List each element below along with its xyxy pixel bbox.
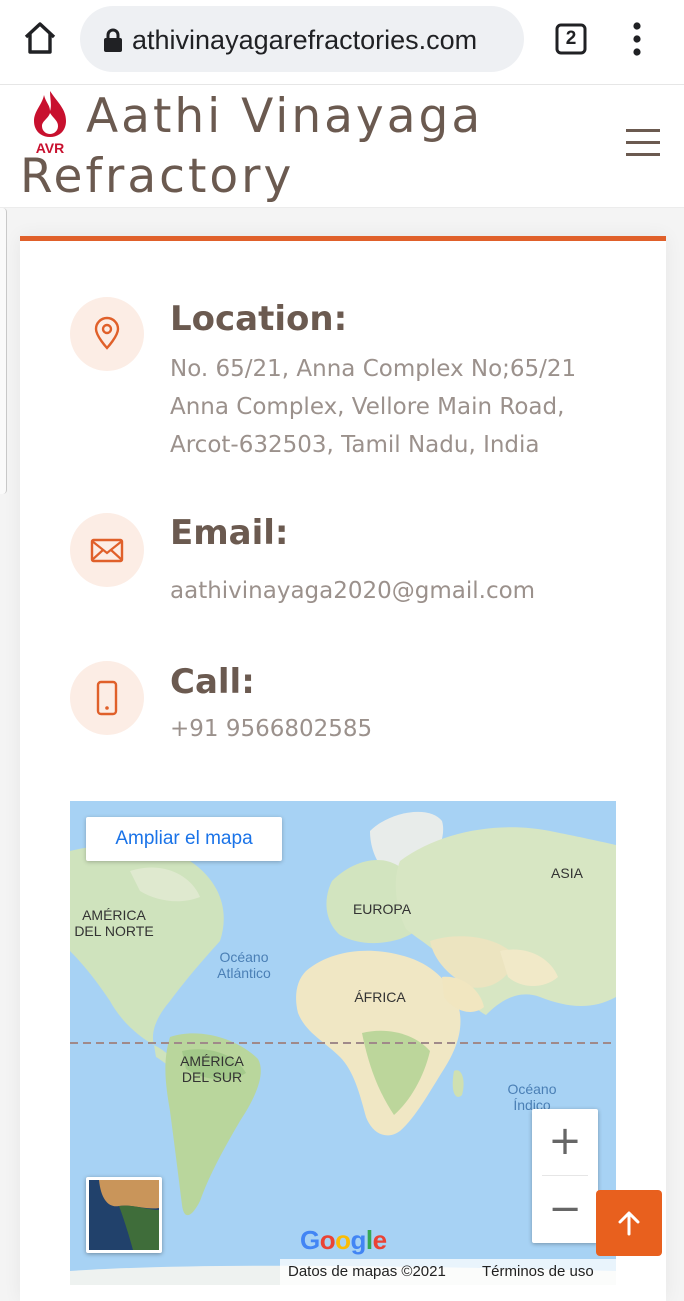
brand-line-1: Aathi Vinayaga	[86, 89, 484, 144]
email-address-link[interactable]: aathivinayaga2020@gmail.com	[170, 572, 610, 610]
phone-icon	[70, 661, 144, 735]
brand-name[interactable]: Aathi Vinayaga Refractory	[20, 87, 500, 207]
location-block: Location: No. 65/21, Anna Complex No;65/…	[70, 293, 630, 463]
satellite-layer-toggle[interactable]	[86, 1177, 162, 1253]
edge-scroll-handle[interactable]	[0, 208, 7, 494]
label-asia: ASIA	[551, 865, 583, 881]
address-line-3: Arcot-632503, Tamil Nadu, India	[170, 432, 540, 458]
call-title: Call:	[170, 662, 255, 702]
label-atlantic-1: Océano	[219, 949, 269, 965]
scroll-to-top-button[interactable]	[596, 1190, 662, 1256]
satellite-thumbnail-icon	[89, 1180, 159, 1250]
label-atlantic-2: Atlántico	[217, 965, 271, 981]
more-options-icon[interactable]	[628, 22, 646, 56]
url-text[interactable]: athivinayagarefractories.com	[132, 24, 514, 56]
contact-info-card: Location: No. 65/21, Anna Complex No;65/…	[20, 236, 666, 1301]
location-address: No. 65/21, Anna Complex No;65/21 Anna Co…	[170, 350, 610, 464]
email-title: Email:	[170, 513, 289, 553]
map-data-credits: Datos de mapas ©2021	[288, 1263, 446, 1280]
address-bar[interactable]: athivinayagarefractories.com	[80, 6, 524, 72]
embedded-map[interactable]: Ampliar el mapa AMÉRICA DEL NORTE EUROPA…	[70, 801, 616, 1285]
location-title: Location:	[170, 299, 348, 339]
phone-number-link[interactable]: +91 9566802585	[170, 710, 610, 748]
label-atlantic-ocean: Océano Atlántico	[204, 949, 284, 981]
zoom-controls: + −	[532, 1109, 598, 1243]
label-africa: ÁFRICA	[354, 989, 406, 1005]
expand-map-link[interactable]: Ampliar el mapa	[86, 817, 282, 861]
zoom-in-button[interactable]: +	[532, 1109, 598, 1175]
tab-count: 2	[565, 28, 577, 49]
address-line-1: No. 65/21, Anna Complex No;65/21	[170, 356, 577, 382]
tab-switcher-button[interactable]: 2	[555, 23, 587, 55]
zoom-divider	[542, 1175, 588, 1176]
lock-icon	[102, 28, 124, 52]
label-europe: EUROPA	[352, 901, 412, 917]
hamburger-menu-icon[interactable]	[626, 129, 660, 159]
google-logo: Google	[300, 1225, 387, 1255]
label-south-america-1: AMÉRICA	[180, 1053, 244, 1069]
browser-toolbar: athivinayagarefractories.com 2	[0, 0, 684, 84]
address-line-2: Anna Complex, Vellore Main Road,	[170, 394, 565, 420]
label-north-america-2: DEL NORTE	[74, 923, 154, 939]
map-attribution-bar: Datos de mapas ©2021 Términos de uso	[280, 1259, 616, 1285]
label-south-america: AMÉRICA DEL SUR	[172, 1053, 252, 1085]
envelope-icon	[70, 513, 144, 587]
email-block: Email: aathivinayaga2020@gmail.com	[70, 511, 630, 611]
brand-line-2: Refractory	[20, 149, 295, 204]
label-north-america: AMÉRICA DEL NORTE	[74, 907, 154, 939]
label-indian-1: Océano	[507, 1081, 557, 1097]
home-icon[interactable]	[22, 20, 58, 56]
call-block: Call: +91 9566802585	[70, 657, 630, 757]
zoom-out-button[interactable]: −	[532, 1177, 598, 1243]
label-north-america-1: AMÉRICA	[82, 907, 146, 923]
site-header: AVR Aathi Vinayaga Refractory	[0, 84, 684, 208]
terms-of-use-link[interactable]: Términos de uso	[482, 1259, 594, 1285]
map-pin-icon	[70, 297, 144, 371]
arrow-up-icon	[618, 1211, 640, 1236]
label-south-america-2: DEL SUR	[181, 1069, 243, 1085]
